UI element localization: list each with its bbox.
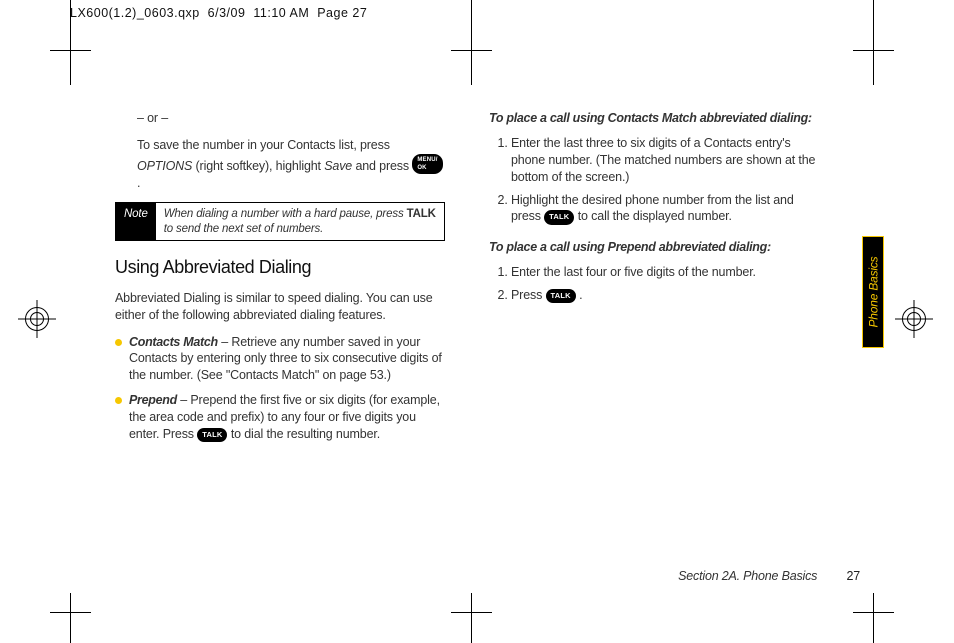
step-cm-2: Highlight the desired phone number from … (511, 192, 819, 226)
subhead-prepend: To place a call using Prepend abbreviate… (489, 239, 819, 256)
page-footer: Section 2A. Phone Basics 27 (490, 569, 860, 583)
abbrev-intro: Abbreviated Dialing is similar to speed … (115, 290, 445, 324)
footer-section: Section 2A. Phone Basics (678, 569, 817, 583)
bullet-prepend-text-b: to dial the resulting number. (231, 427, 380, 441)
subhead-contacts-match: To place a call using Contacts Match abb… (489, 110, 819, 127)
step-pp-2: Press TALK . (511, 287, 819, 304)
side-tab-phone-basics: Phone Basics (862, 236, 884, 348)
save-text-a: To save the number in your Contacts list… (137, 138, 390, 152)
ok-key-icon: MENU/OK (412, 154, 442, 174)
save-label: Save (324, 159, 352, 173)
save-text-d: . (137, 176, 140, 190)
talk-key-icon: TALK (546, 289, 576, 303)
steps-prepend: Enter the last four or five digits of th… (489, 264, 819, 304)
note-text: When dialing a number with a hard pause,… (156, 203, 444, 241)
file-stamp: LX600(1.2)_0603.qxp 6/3/09 11:10 AM Page… (70, 6, 367, 20)
note-text-a: When dialing a number with a hard pause,… (164, 208, 407, 220)
column-left: – or – To save the number in your Contac… (115, 110, 445, 451)
save-text-b: (right softkey), highlight (196, 159, 325, 173)
save-number-paragraph: To save the number in your Contacts list… (137, 137, 445, 192)
note-label: Note (116, 203, 156, 241)
page-body: – or – To save the number in your Contac… (115, 110, 855, 451)
section-heading-abbrev-dialing: Using Abbreviated Dialing (115, 255, 445, 279)
bullet-contacts-match-lead: Contacts Match (129, 335, 218, 349)
talk-key-icon: TALK (544, 210, 574, 224)
note-text-b: to send the next set of numbers. (164, 223, 324, 235)
step-pp-2a: Press (511, 288, 546, 302)
or-separator: – or – (137, 110, 445, 127)
bullet-prepend-lead: Prepend (129, 393, 177, 407)
side-tab-label: Phone Basics (866, 257, 880, 328)
talk-key-icon: TALK (197, 428, 227, 442)
registration-target-right-icon (895, 300, 933, 338)
steps-contacts-match: Enter the last three to six digits of a … (489, 135, 819, 225)
step-cm-1: Enter the last three to six digits of a … (511, 135, 819, 186)
bullet-contacts-match: Contacts Match – Retrieve any number sav… (115, 334, 445, 385)
step-pp-2b: . (579, 288, 582, 302)
footer-page-number: 27 (846, 569, 860, 583)
column-right: To place a call using Contacts Match abb… (489, 110, 819, 451)
bullet-prepend: Prepend – Prepend the first five or six … (115, 392, 445, 443)
note-box: Note When dialing a number with a hard p… (115, 202, 445, 242)
step-pp-1: Enter the last four or five digits of th… (511, 264, 819, 281)
save-text-c: and press (355, 159, 412, 173)
step-cm-2b: to call the displayed number. (578, 209, 732, 223)
note-talk-bold: TALK (407, 208, 436, 220)
registration-target-left-icon (18, 300, 56, 338)
options-softkey-label: OPTIONS (137, 159, 192, 173)
